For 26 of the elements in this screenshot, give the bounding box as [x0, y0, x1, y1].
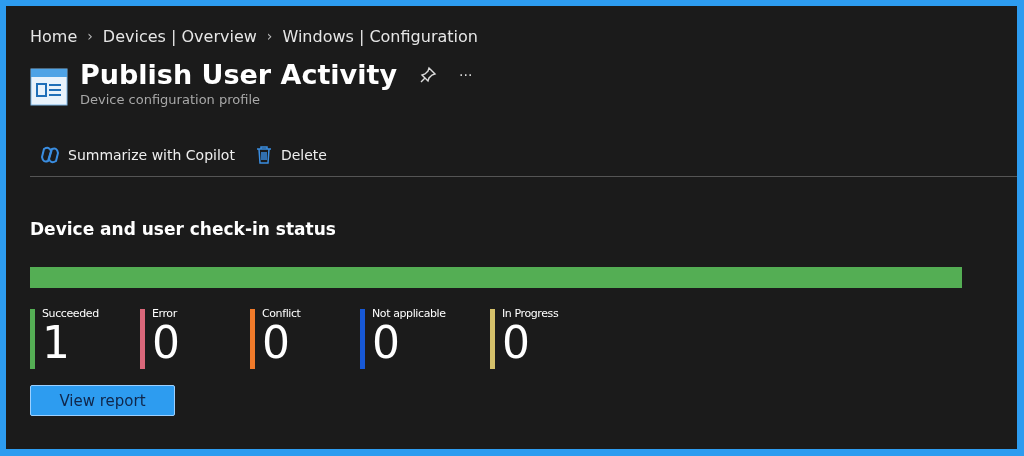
view-report-button[interactable]: View report: [30, 385, 175, 416]
breadcrumb-link[interactable]: Devices | Overview: [102, 26, 257, 46]
section-title: Device and user check-in status: [30, 219, 337, 239]
page-subtitle: Device configuration profile: [80, 92, 262, 107]
profile-icon: [30, 68, 68, 106]
chevron-icon: ›: [87, 28, 93, 44]
status-count: 1: [42, 320, 71, 366]
status-count: 0: [502, 320, 530, 366]
status-label: Conflict: [262, 307, 301, 320]
copilot-button[interactable]: Summarize with Copilot: [40, 145, 235, 165]
status-label: Succeeded: [42, 307, 99, 320]
breadcrumb-link[interactable]: Home: [30, 26, 78, 46]
status-label: Error: [152, 307, 179, 320]
copilot-icon: [40, 145, 60, 165]
breadcrumb-link[interactable]: Windows | Configuration: [282, 26, 478, 46]
pin-icon[interactable]: [419, 66, 437, 84]
status-count: 0: [372, 320, 400, 366]
more-button[interactable]: ···: [459, 67, 473, 83]
status-count: 0: [152, 320, 180, 366]
status-label: Not applicable: [372, 307, 446, 320]
trash-icon: [254, 145, 273, 165]
page-title: Publish User Activity: [80, 58, 397, 92]
delete-button[interactable]: Delete: [254, 145, 327, 165]
status-count: 0: [262, 320, 291, 366]
chevron-icon: ›: [266, 28, 273, 44]
status-label: In Progress: [502, 307, 559, 320]
